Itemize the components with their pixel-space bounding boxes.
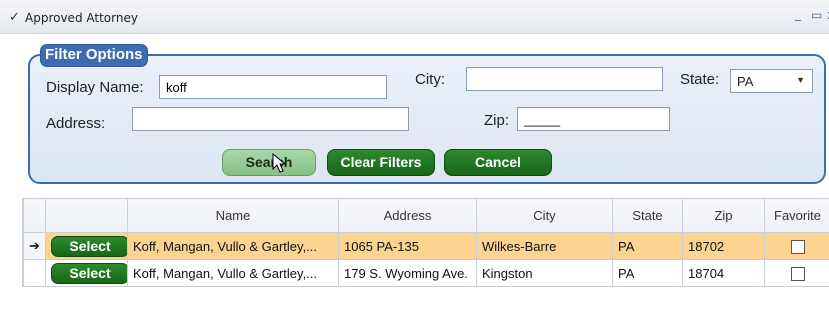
minimize-button[interactable]: _ — [795, 7, 801, 21]
cell-zip: 18702 — [682, 232, 765, 260]
display-name-label: Display Name: — [46, 79, 144, 96]
address-label: Address: — [46, 115, 106, 132]
maximize-button[interactable]: ▭ — [811, 8, 822, 22]
cell-name: Koff, Mangan, Vullo & Gartley,... — [127, 232, 339, 260]
zip-input[interactable]: _____ — [517, 107, 670, 131]
city-label: City: — [415, 71, 445, 88]
favorite-checkbox[interactable] — [790, 239, 805, 254]
window-title: Approved Attorney — [25, 11, 138, 25]
favorite-checkbox[interactable] — [790, 266, 805, 281]
column-header-address[interactable]: Address — [338, 198, 477, 233]
zip-label: Zip: — [484, 112, 510, 129]
mouse-cursor-icon — [272, 153, 287, 173]
cell-state: PA — [612, 259, 683, 287]
grid-header-row: Name Address City State Zip Favorite — [23, 198, 829, 233]
row-indicator — [23, 259, 46, 287]
state-select-value: PA — [737, 74, 754, 89]
city-input[interactable] — [466, 67, 663, 91]
cell-city: Wilkes-Barre — [476, 232, 613, 260]
column-header-favorite[interactable]: Favorite — [764, 198, 829, 233]
cancel-button[interactable]: Cancel — [444, 149, 552, 176]
chevron-down-icon[interactable]: ▼ — [796, 75, 805, 85]
window-titlebar: ✓ Approved Attorney _ ▭ x — [0, 0, 829, 34]
cell-address: 179 S. Wyoming Ave. — [338, 259, 477, 287]
column-header-name[interactable]: Name — [127, 198, 339, 233]
address-input[interactable] — [132, 107, 409, 131]
row-indicator-arrow-icon: ➔ — [23, 232, 46, 260]
column-header-zip[interactable]: Zip — [682, 198, 765, 233]
cell-name: Koff, Mangan, Vullo & Gartley,... — [127, 259, 339, 287]
cell-address: 1065 PA-135 — [338, 232, 477, 260]
table-row[interactable]: Select Koff, Mangan, Vullo & Gartley,...… — [23, 259, 829, 287]
state-select[interactable]: PA ▼ — [730, 69, 813, 93]
column-header-city[interactable]: City — [476, 198, 613, 233]
select-button[interactable]: Select — [51, 262, 127, 284]
table-row[interactable]: ➔ Select Koff, Mangan, Vullo & Gartley,.… — [23, 232, 829, 260]
select-button[interactable]: Select — [51, 235, 127, 257]
column-header-state[interactable]: State — [612, 198, 683, 233]
check-icon: ✓ — [9, 10, 20, 25]
filter-options-legend: Filter Options — [40, 44, 148, 67]
cell-state: PA — [612, 232, 683, 260]
cell-city: Kingston — [476, 259, 613, 287]
search-button[interactable]: Search — [222, 149, 316, 176]
cell-zip: 18704 — [682, 259, 765, 287]
column-header-action — [45, 198, 128, 233]
clear-filters-button[interactable]: Clear Filters — [327, 149, 435, 176]
column-header-indicator — [23, 198, 46, 233]
display-name-input[interactable]: koff — [159, 75, 387, 99]
results-grid: Name Address City State Zip Favorite ➔ S… — [22, 198, 829, 287]
state-label: State: — [680, 71, 720, 88]
